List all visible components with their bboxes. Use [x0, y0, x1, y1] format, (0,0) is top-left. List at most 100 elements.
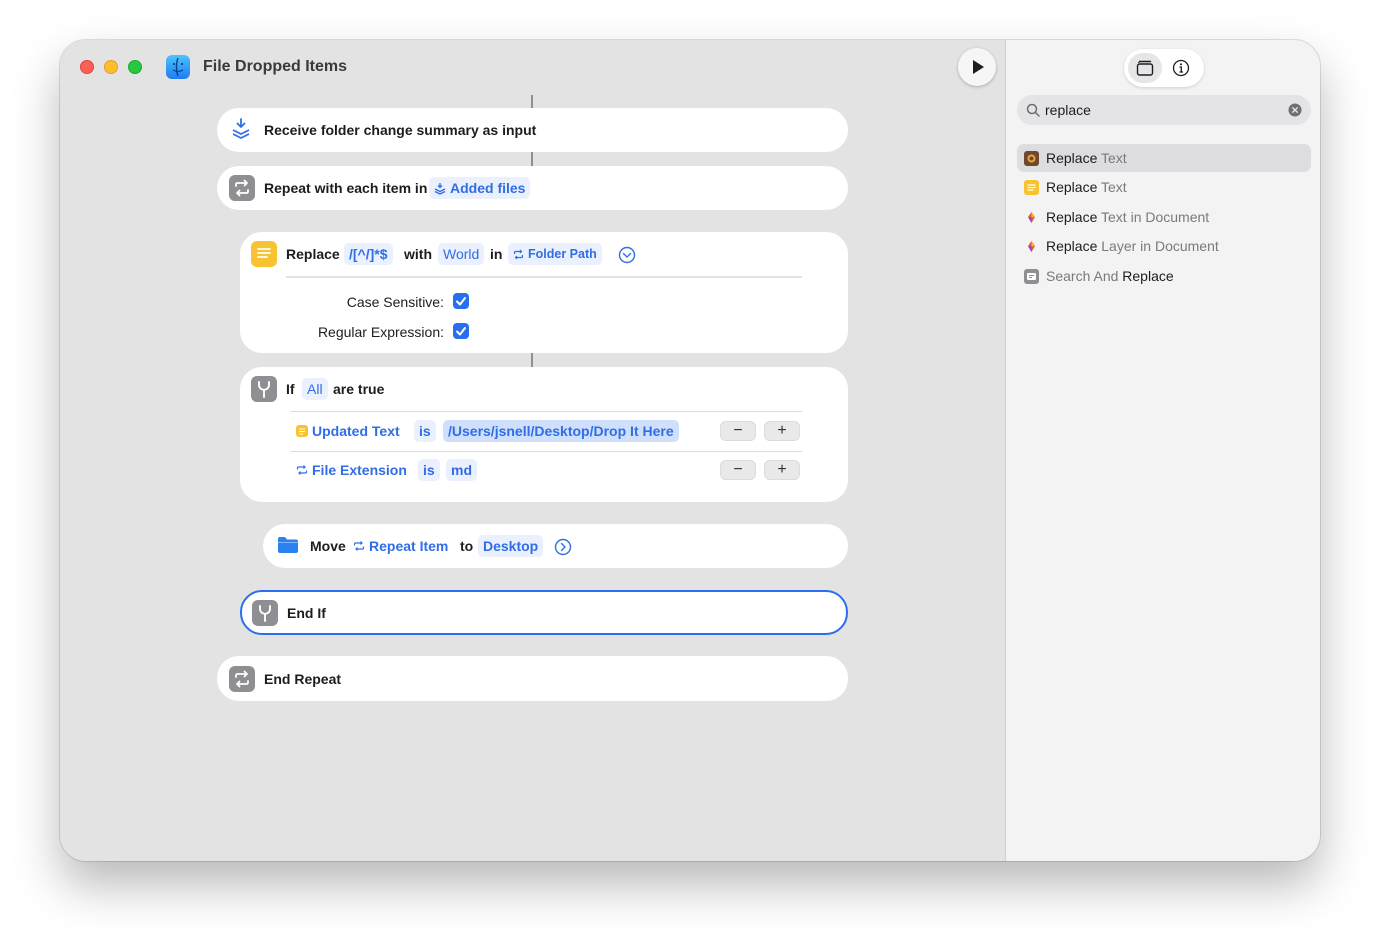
result-match-text: Replace — [1046, 238, 1098, 254]
pattern-token[interactable]: /[^/]*$ — [344, 243, 393, 265]
result-rest-text: Layer in Document — [1097, 238, 1219, 254]
checkmark-icon — [456, 327, 466, 336]
replacement-token[interactable]: World — [438, 243, 485, 265]
receive-input-action[interactable]: Receive folder change summary as input — [217, 108, 848, 152]
case-sensitive-checkbox[interactable] — [453, 293, 469, 309]
flow-connector — [531, 95, 533, 108]
case-sensitive-label: Case Sensitive: — [346, 294, 444, 310]
play-icon — [973, 60, 984, 74]
search-result-item[interactable]: Replace Layer in Document — [1017, 232, 1311, 260]
replace-label: Replace — [286, 246, 340, 262]
repeat-mini-icon — [513, 249, 524, 260]
layers-mini-icon — [434, 183, 446, 195]
result-match-text: Replace — [1122, 268, 1174, 284]
condition-value-token[interactable]: /Users/jsnell/Desktop/Drop It Here — [443, 420, 679, 442]
info-icon[interactable] — [1172, 59, 1190, 77]
text-mini-icon — [296, 425, 308, 437]
repeat-mini-icon — [353, 541, 365, 551]
picture-app-icon — [1024, 151, 1039, 166]
repeat-action[interactable]: Repeat with each item in Added files — [217, 166, 848, 210]
replace-text-action[interactable]: Replace /[^/]*$ with World in Folder Pat… — [240, 232, 848, 353]
search-result-item[interactable]: Replace Text in Document — [1017, 203, 1311, 231]
text-icon — [251, 241, 277, 267]
updated-text-label: Updated Text — [312, 423, 400, 439]
move-file-action[interactable]: Move Repeat Item to Desktop — [263, 524, 848, 568]
layers-download-icon — [232, 118, 250, 139]
remove-condition-button[interactable]: − — [720, 460, 756, 480]
text-app-icon — [1024, 180, 1039, 195]
branch-icon — [251, 376, 277, 402]
stack-icon — [1136, 60, 1154, 76]
action-search-field[interactable] — [1017, 95, 1311, 125]
regex-checkbox[interactable] — [453, 323, 469, 339]
divider — [290, 411, 802, 412]
result-match-text: Replace — [1046, 179, 1098, 195]
to-label: to — [460, 538, 474, 554]
receive-label: Receive folder change summary as input — [264, 122, 537, 138]
end-repeat-label: End Repeat — [264, 671, 342, 687]
remove-condition-button[interactable]: − — [720, 421, 756, 441]
finder-app-icon — [166, 55, 190, 79]
minimize-window-button[interactable] — [104, 60, 118, 74]
search-result-item[interactable]: Replace Text — [1017, 173, 1311, 201]
search-input[interactable] — [1045, 99, 1275, 121]
chevron-right-circle-icon[interactable] — [554, 538, 572, 556]
result-match-text: Replace — [1046, 150, 1098, 166]
added-files-token[interactable]: Added files — [429, 177, 531, 199]
library-tab[interactable] — [1128, 53, 1162, 83]
move-label: Move — [310, 538, 346, 554]
condition-value-token[interactable]: md — [446, 459, 477, 481]
add-condition-button[interactable]: + — [764, 421, 800, 441]
pixelmator-icon — [1024, 210, 1039, 225]
end-if-label: End If — [287, 605, 326, 621]
if-action[interactable]: If All are true Updated Text is /Users/j… — [240, 367, 848, 502]
end-if-action[interactable]: End If — [240, 590, 848, 635]
editor-pane: File Dropped Items Receive folder change… — [60, 40, 1005, 861]
folder-icon — [278, 537, 298, 553]
chevron-down-circle-icon[interactable] — [618, 246, 636, 264]
file-extension-label: File Extension — [312, 462, 407, 478]
file-extension-variable[interactable]: File Extension — [296, 462, 407, 478]
divider — [290, 451, 802, 452]
result-rest-text: Text — [1097, 150, 1127, 166]
with-label: with — [404, 246, 432, 262]
repeat-item-token[interactable]: Repeat Item — [353, 538, 448, 554]
window-title: File Dropped Items — [203, 58, 348, 75]
search-result-item[interactable]: Search And Replace — [1017, 262, 1311, 290]
condition-operator-token[interactable]: is — [414, 420, 436, 442]
repeat-icon — [229, 175, 255, 201]
sidebar-segmented-control — [1124, 49, 1204, 87]
result-rest-text: Text — [1097, 179, 1127, 195]
added-files-label: Added files — [450, 180, 526, 196]
search-result-item[interactable]: Replace Text — [1017, 144, 1311, 172]
updated-text-variable[interactable]: Updated Text — [296, 423, 400, 439]
result-prefix-text: Search And — [1046, 268, 1123, 284]
search-icon — [1026, 103, 1040, 117]
close-window-button[interactable] — [80, 60, 94, 74]
divider — [286, 276, 802, 278]
folder-path-label: Folder Path — [528, 247, 597, 261]
flow-connector — [531, 152, 533, 166]
flow-connector — [531, 353, 533, 367]
end-repeat-action[interactable]: End Repeat — [217, 656, 848, 701]
branch-icon — [252, 600, 278, 626]
run-shortcut-button[interactable] — [958, 48, 996, 86]
regex-label: Regular Expression: — [317, 324, 444, 340]
in-label: in — [490, 246, 503, 262]
repeat-mini-icon — [296, 465, 308, 475]
add-condition-button[interactable]: + — [764, 460, 800, 480]
search-replace-icon — [1024, 269, 1039, 284]
condition-operator-token[interactable]: is — [418, 459, 440, 481]
all-token[interactable]: All — [302, 378, 328, 400]
repeat-icon — [229, 666, 255, 692]
destination-token[interactable]: Desktop — [478, 535, 544, 557]
repeat-item-label: Repeat Item — [369, 538, 449, 554]
are-true-label: are true — [333, 381, 385, 397]
clear-search-icon[interactable] — [1288, 103, 1302, 117]
zoom-window-button[interactable] — [128, 60, 142, 74]
pixelmator-icon — [1024, 239, 1039, 254]
action-library-sidebar: Replace Text Replace Text Replace Text i… — [1005, 40, 1320, 861]
result-rest-text: Text in Document — [1097, 209, 1210, 225]
result-match-text: Replace — [1046, 209, 1098, 225]
folder-path-token[interactable]: Folder Path — [508, 243, 602, 265]
